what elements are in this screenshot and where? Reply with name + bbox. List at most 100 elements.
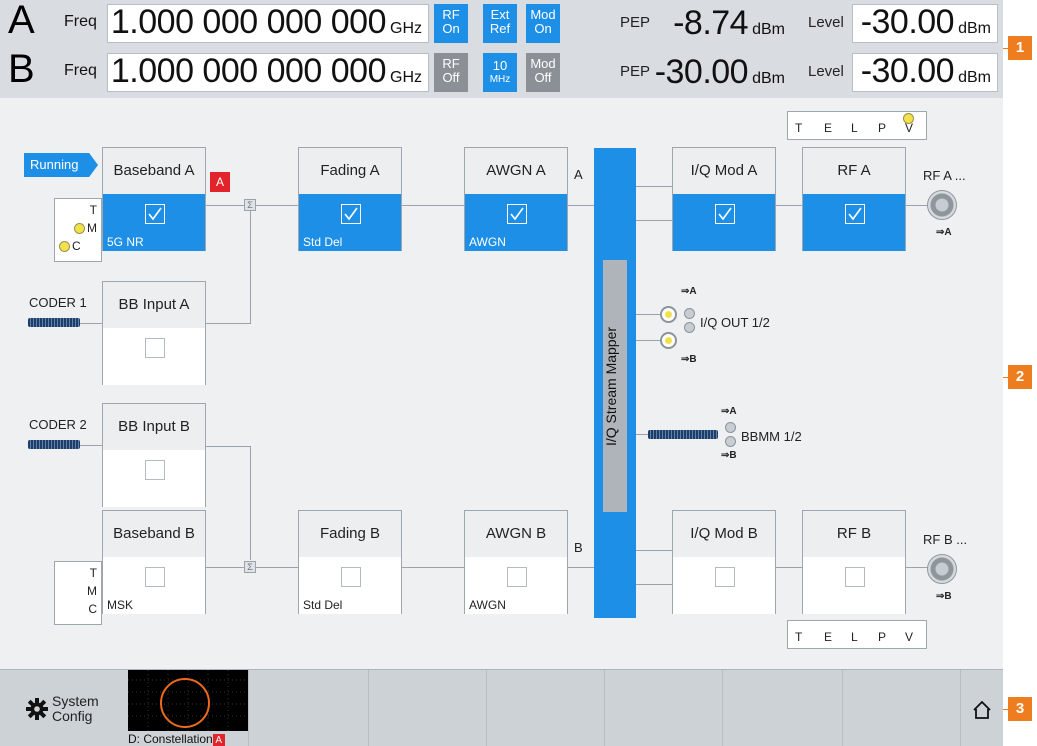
pep-b-value: -30.00 bbox=[654, 53, 749, 91]
iq-mod-b-block[interactable]: I/Q Mod B bbox=[672, 510, 776, 614]
thumbnail-caption: D: Constellation bbox=[128, 732, 213, 746]
rf-b-checkbox[interactable] bbox=[845, 567, 865, 587]
coder-2-connector-icon[interactable] bbox=[28, 440, 80, 449]
fading-b-block[interactable]: Fading B Std Del bbox=[298, 510, 402, 614]
coder-1-connector-icon[interactable] bbox=[28, 318, 80, 327]
iq-mod-a-checkbox[interactable] bbox=[715, 204, 735, 224]
iq-mod-b-checkbox[interactable] bbox=[715, 567, 735, 587]
awgn-a-checkbox[interactable] bbox=[507, 204, 527, 224]
rf-a-toggle[interactable]: RF On bbox=[434, 4, 468, 43]
rf-b-connector-icon[interactable] bbox=[927, 554, 957, 584]
mod-a-toggle[interactable]: Mod On bbox=[526, 4, 560, 43]
baseband-a-block[interactable]: Baseband A 5G NR bbox=[102, 147, 206, 251]
fading-a-block[interactable]: Fading A Std Del bbox=[298, 147, 402, 251]
frequency-a-field[interactable]: 1.000 000 000 000 GHz bbox=[107, 3, 429, 43]
home-icon bbox=[973, 700, 991, 719]
baseband-a-checkbox[interactable] bbox=[145, 204, 165, 224]
iq-out-1-connector-icon[interactable] bbox=[660, 306, 677, 323]
rf-a-block[interactable]: RF A bbox=[802, 147, 906, 251]
awgn-b-block[interactable]: AWGN B AWGN bbox=[464, 510, 568, 614]
pep-b-display: -30.00 dBm bbox=[655, 53, 793, 92]
fading-b-checkbox[interactable] bbox=[341, 567, 361, 587]
iq-out-2-connector-icon[interactable] bbox=[660, 332, 677, 349]
rf-b-block[interactable]: RF B bbox=[802, 510, 906, 614]
callout-3: 3 bbox=[1008, 697, 1032, 721]
taskbar-slot[interactable] bbox=[248, 670, 368, 746]
indicator-icon bbox=[725, 436, 736, 447]
system-config-button[interactable]: System Config bbox=[0, 670, 128, 746]
rf-a-connector-icon[interactable] bbox=[927, 190, 957, 220]
coder-2-label: CODER 2 bbox=[29, 417, 87, 432]
fading-a-checkbox[interactable] bbox=[341, 204, 361, 224]
constellation-plot-icon bbox=[128, 670, 248, 732]
ref-a-toggle[interactable]: Ext Ref bbox=[483, 4, 517, 43]
callout-2: 2 bbox=[1008, 365, 1032, 389]
telpv-status-b[interactable]: T E L P V bbox=[787, 620, 927, 649]
system-config-label-2: Config bbox=[52, 708, 93, 724]
rf-b-toggle[interactable]: RF Off bbox=[434, 53, 468, 92]
bb-input-a-checkbox[interactable] bbox=[145, 338, 165, 358]
indicator-icon bbox=[684, 308, 695, 319]
trigger-marker-clock-a[interactable]: T M C bbox=[54, 198, 102, 262]
path-a-row: A Freq 1.000 000 000 000 GHz RF On Ext Ref … bbox=[0, 0, 1003, 46]
awgn-a-block[interactable]: AWGN A AWGN bbox=[464, 147, 568, 251]
pep-a-value: -8.74 bbox=[673, 4, 749, 42]
bb-input-b-block[interactable]: BB Input B bbox=[102, 403, 206, 507]
callout-1: 1 bbox=[1008, 36, 1032, 60]
level-b-value: -30.00 bbox=[860, 52, 955, 90]
indicator-icon bbox=[684, 322, 695, 333]
baseband-b-block[interactable]: Baseband B MSK bbox=[102, 510, 206, 614]
awgn-b-checkbox[interactable] bbox=[507, 567, 527, 587]
level-label: Level bbox=[808, 63, 844, 80]
sum-a-icon: Σ bbox=[244, 199, 256, 211]
bbmm-connector-icon[interactable] bbox=[648, 430, 718, 439]
baseband-b-checkbox[interactable] bbox=[145, 567, 165, 587]
status-led-icon bbox=[59, 241, 70, 253]
block-diagram: Σ Σ Running A T M C T M C CODER 1 CODER … bbox=[0, 98, 1003, 669]
bbmm-arrow-a: ⇒A bbox=[721, 406, 737, 417]
iq-out-label: I/Q OUT 1/2 bbox=[700, 315, 770, 330]
bbmm-label: BBMM 1/2 bbox=[741, 429, 802, 444]
channel-b-label: B bbox=[574, 540, 583, 555]
freq-label: Freq bbox=[64, 62, 97, 79]
taskbar-slot[interactable] bbox=[368, 670, 486, 746]
level-b-field[interactable]: -30.00 dBm bbox=[852, 52, 998, 92]
taskbar: System Config D: Constellation A bbox=[0, 669, 1003, 746]
taskbar-slot[interactable] bbox=[722, 670, 842, 746]
bb-input-b-checkbox[interactable] bbox=[145, 460, 165, 480]
taskbar-slot[interactable] bbox=[604, 670, 722, 746]
iq-mod-a-block[interactable]: I/Q Mod A bbox=[672, 147, 776, 251]
rf-a-checkbox[interactable] bbox=[845, 204, 865, 224]
telpv-status-a[interactable]: T E L P V bbox=[787, 111, 927, 140]
frequency-a-unit: GHz bbox=[390, 20, 422, 37]
pep-a-display: -8.74 dBm bbox=[655, 4, 793, 43]
taskbar-slot[interactable] bbox=[842, 670, 960, 746]
trigger-marker-clock-b[interactable]: T M C bbox=[54, 561, 102, 625]
rf-a-output-label: RF A ... bbox=[923, 168, 966, 183]
level-a-value: -30.00 bbox=[860, 3, 955, 41]
thumbnail-badge: A bbox=[212, 734, 225, 746]
home-button[interactable] bbox=[960, 670, 1003, 746]
status-led-icon bbox=[74, 223, 85, 235]
bbmm-arrow-b: ⇒B bbox=[721, 450, 737, 461]
pep-label: PEP bbox=[620, 63, 651, 80]
iq-out-arrow-a: ⇒A bbox=[681, 286, 697, 297]
level-a-field[interactable]: -30.00 dBm bbox=[852, 3, 998, 43]
gear-icon bbox=[26, 698, 48, 720]
bb-input-a-block[interactable]: BB Input A bbox=[102, 281, 206, 385]
constellation-thumbnail[interactable]: D: Constellation A bbox=[128, 670, 248, 746]
iq-stream-mapper[interactable]: I/Q Stream Mapper bbox=[594, 148, 636, 618]
system-config-label-1: System bbox=[52, 693, 99, 709]
rf-a-arrow: ⇒A bbox=[936, 227, 952, 238]
ref-b-toggle[interactable]: 10 MHz bbox=[483, 53, 517, 92]
frequency-b-field[interactable]: 1.000 000 000 000 GHz bbox=[107, 52, 429, 92]
rf-b-output-label: RF B ... bbox=[923, 532, 968, 547]
frequency-b-value: 1.000 000 000 000 bbox=[110, 52, 387, 90]
frequency-a-value: 1.000 000 000 000 bbox=[110, 3, 387, 41]
pep-label: PEP bbox=[620, 14, 651, 31]
taskbar-slot[interactable] bbox=[486, 670, 604, 746]
rf-b-arrow: ⇒B bbox=[936, 591, 952, 602]
indicator-icon bbox=[725, 422, 736, 433]
level-label: Level bbox=[808, 14, 844, 31]
mod-b-toggle[interactable]: Mod Off bbox=[526, 53, 560, 92]
